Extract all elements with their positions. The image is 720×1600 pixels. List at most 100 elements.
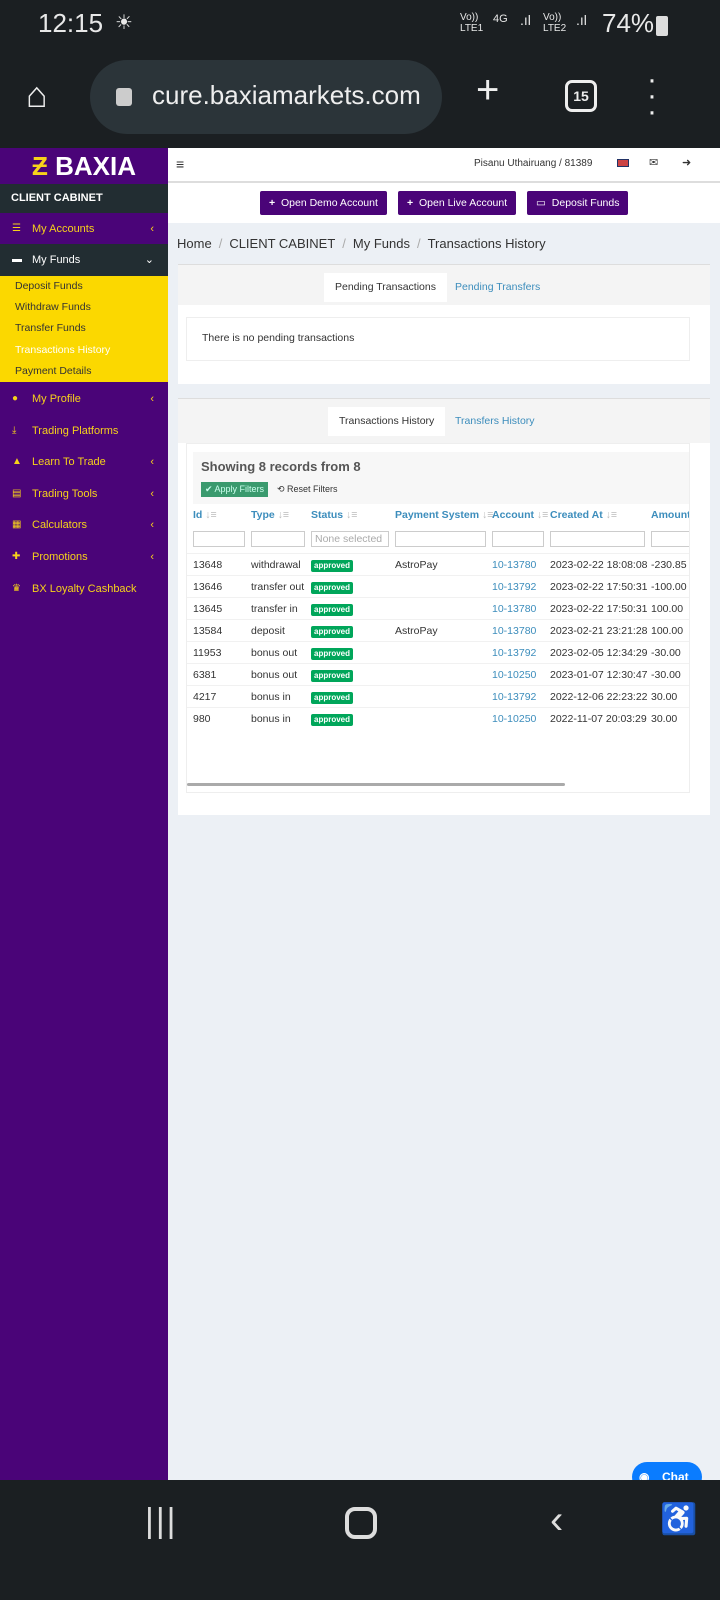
cell-account[interactable]: 10-13792 [492, 642, 536, 664]
chevron-left-icon: ‹ [150, 393, 154, 405]
more-menu-icon[interactable]: · · · [646, 65, 658, 127]
cell-type: transfer out [251, 581, 305, 593]
column-header-created-at[interactable]: Created At ↓≡ [550, 509, 617, 521]
label: Id [193, 509, 203, 521]
home-icon[interactable]: ⌂ [26, 74, 48, 116]
cell-id: 13646 [193, 581, 223, 593]
status-bar: 12:15 ☀ Vo)) LTE1 4G .ıl Vo)) LTE2 .ıl 7… [0, 0, 720, 50]
sidebar-item-trading-platforms[interactable]: ⤓ Trading Platforms [0, 415, 168, 447]
submenu-payment-details[interactable]: Payment Details [15, 361, 91, 382]
sidebar-item-bx-loyalty-cashback[interactable]: ♛ BX Loyalty Cashback [0, 573, 168, 605]
table-row: 6381 bonus out approved 10-10250 2023-01-07 … [187, 663, 689, 686]
records-summary: Showing 8 records from 8 [201, 459, 361, 474]
android-nav-bar: ||| ‹ ♿ [0, 1480, 720, 1600]
cell-account[interactable]: 10-13780 [492, 620, 536, 642]
filter-payment-system[interactable] [395, 531, 486, 547]
submenu-transactions-history[interactable]: Transactions History [15, 340, 110, 361]
column-header-id[interactable]: Id ↓≡ [193, 509, 217, 521]
reset-filters-button[interactable]: ⟲ Reset Filters [277, 482, 338, 497]
deposit-funds-button[interactable]: ▭ Deposit Funds [527, 191, 629, 215]
tab-pending-transactions[interactable]: Pending Transactions [324, 273, 447, 302]
sort-icon: ↓≡ [277, 509, 290, 521]
cell-id: 6381 [193, 669, 217, 681]
cell-status: approved [311, 692, 354, 704]
cell-amount: 30.00 [651, 691, 678, 703]
sidebar-item-learn-to-trade[interactable]: ▲ Learn To Trade ‹ [0, 446, 168, 478]
filter-id[interactable] [193, 531, 245, 547]
signal-icon: .ıl [520, 12, 531, 28]
column-header-payment-system[interactable]: Payment System ↓≡ [395, 509, 493, 521]
logout-icon[interactable]: ➜ [682, 156, 691, 169]
tab-pending-transfers[interactable]: Pending Transfers [444, 273, 551, 302]
hamburger-menu-icon[interactable]: ≡ [176, 156, 184, 172]
cell-type: transfer in [251, 603, 298, 615]
recent-apps-icon[interactable]: ||| [145, 1502, 178, 1541]
new-tab-button[interactable]: + [476, 70, 499, 110]
chevron-down-icon: ⌄ [144, 254, 154, 266]
battery-icon [656, 16, 668, 36]
user-info[interactable]: Pisanu Uthairuang / 81389 [474, 158, 592, 169]
submenu-deposit-funds[interactable]: Deposit Funds [15, 276, 83, 297]
cell-account[interactable]: 10-13780 [492, 554, 536, 576]
cell-amount: 100.00 [651, 625, 684, 637]
sidebar-item-promotions[interactable]: ✚ Promotions ‹ [0, 541, 168, 573]
filter-amount[interactable] [651, 531, 689, 547]
tab-transfers-history[interactable]: Transfers History [444, 407, 546, 436]
column-header-status[interactable]: Status ↓≡ [311, 509, 357, 521]
submenu-transfer-funds[interactable]: Transfer Funds [15, 318, 86, 339]
label: Trading Platforms [32, 425, 119, 437]
trophy-icon: ♛ [12, 583, 21, 594]
url-text: cure.baxiamarkets.com [152, 80, 421, 110]
brand-logo[interactable]: Ƶ BAXIA [0, 148, 168, 184]
main-content: ≡ Pisanu Uthairuang / 81389 ✉ ➜ + Open D… [168, 148, 720, 1480]
sidebar-item-my-accounts[interactable]: ☰ My Accounts ‹ [0, 213, 168, 245]
cell-account[interactable]: 10-10250 [492, 708, 536, 730]
table-row: 13584 deposit approved AstroPay 10-13780 2023… [187, 619, 689, 642]
submenu-withdraw-funds[interactable]: Withdraw Funds [15, 297, 91, 318]
breadcrumb-client-cabinet[interactable]: CLIENT CABINET [229, 236, 335, 251]
tabs-button[interactable]: 15 [565, 80, 597, 112]
filter-header: Showing 8 records from 8 ✔ Apply Filters… [193, 452, 689, 504]
sidebar-item-trading-tools[interactable]: ▤ Trading Tools ‹ [0, 478, 168, 510]
filter-account[interactable] [492, 531, 544, 547]
cell-account[interactable]: 10-13780 [492, 598, 536, 620]
column-header-account[interactable]: Account ↓≡ [492, 509, 548, 521]
cell-account[interactable]: 10-10250 [492, 664, 536, 686]
tab-transactions-history[interactable]: Transactions History [328, 407, 446, 436]
home-nav-icon[interactable] [345, 1507, 377, 1539]
back-icon[interactable]: ‹ [550, 1498, 563, 1543]
cell-amount: -230.85 [651, 559, 687, 571]
table-row: 980 bonus in approved 10-10250 2022-11-07 20… [187, 707, 689, 730]
column-header-type[interactable]: Type ↓≡ [251, 509, 289, 521]
sidebar-item-my-profile[interactable]: ● My Profile ‹ [0, 383, 168, 415]
tools-icon: ▤ [12, 488, 22, 499]
section-header: CLIENT CABINET [0, 184, 168, 213]
column-header-amount[interactable]: Amount ↓≡ [651, 509, 689, 521]
breadcrumb-my-funds[interactable]: My Funds [353, 236, 410, 251]
cell-account[interactable]: 10-13792 [492, 686, 536, 708]
cell-account[interactable]: 10-13792 [492, 576, 536, 598]
envelope-icon[interactable]: ✉ [649, 156, 658, 169]
breadcrumb-home[interactable]: Home [177, 236, 212, 251]
uk-flag-icon[interactable] [617, 159, 629, 167]
filter-status[interactable]: None selected [311, 531, 389, 547]
open-live-account-button[interactable]: + Open Live Account [398, 191, 517, 215]
url-bar[interactable]: cure.baxiamarkets.com [90, 60, 442, 134]
cell-created-at: 2023-01-07 12:30:47 [550, 669, 648, 681]
filter-type[interactable] [251, 531, 305, 547]
pending-tabs: Pending Transactions Pending Transfers [178, 265, 710, 305]
label: Reset Filters [287, 484, 338, 494]
sidebar-item-my-funds[interactable]: ▬ My Funds ⌄ [0, 244, 168, 276]
horizontal-scrollbar[interactable] [187, 783, 565, 786]
sidebar-item-calculators[interactable]: ▦ Calculators ‹ [0, 509, 168, 541]
label: BX Loyalty Cashback [32, 583, 137, 595]
cell-id: 13645 [193, 603, 223, 615]
lock-icon [116, 88, 132, 106]
label: Deposit Funds [551, 197, 620, 209]
accessibility-icon[interactable]: ♿ [660, 1502, 697, 1537]
filter-created-at[interactable] [550, 531, 645, 547]
apply-filters-button[interactable]: ✔ Apply Filters [201, 482, 269, 497]
cell-type: bonus in [251, 691, 291, 703]
cell-status: approved [311, 648, 354, 660]
open-demo-account-button[interactable]: + Open Demo Account [260, 191, 387, 215]
